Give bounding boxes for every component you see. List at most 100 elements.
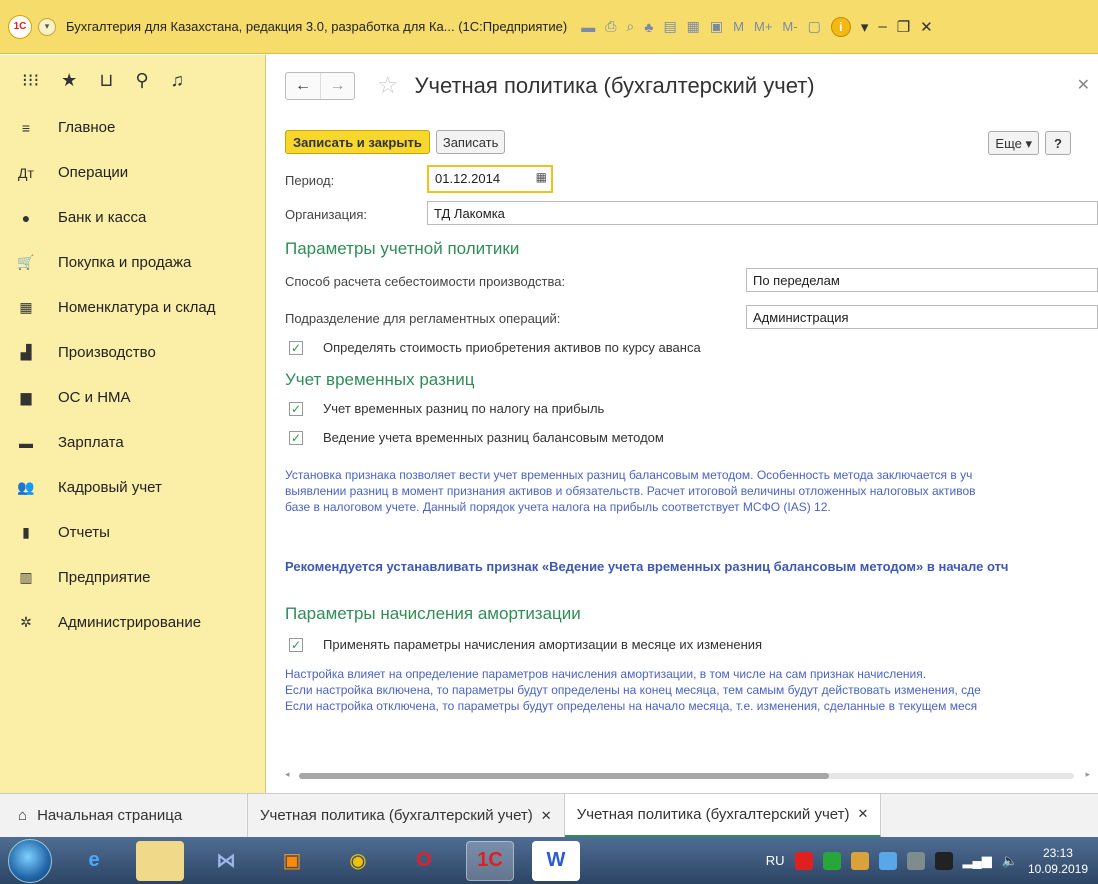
search-icon[interactable]: ⚲ [135, 70, 148, 91]
ie-icon[interactable]: e [70, 841, 118, 881]
advance-rate-checkbox[interactable]: ✓ [289, 340, 303, 355]
balance-method-row[interactable]: ✓ Ведение учета временных разниц балансо… [289, 430, 664, 445]
sidebar-item[interactable]: ▟ Производство [0, 330, 265, 375]
clock-date: 10.09.2019 [1027, 861, 1088, 876]
menu-icon: ≡ [21, 119, 31, 136]
calendar-picker-icon[interactable]: ▦ [536, 170, 547, 184]
close-window-icon[interactable]: ✕ [920, 18, 933, 36]
sidebar-item[interactable]: ▆ ОС и НМА [0, 375, 265, 420]
app-menu-dropdown-icon[interactable]: ▾ [38, 17, 56, 36]
warehouse-icon: ▦ [19, 299, 33, 315]
users-icon[interactable]: ♣ [644, 19, 653, 35]
department-field[interactable]: Администрация [746, 305, 1098, 329]
save-doc-icon[interactable]: ▬ [581, 19, 595, 35]
apps-grid-icon[interactable]: ⁝⁝⁝ [22, 70, 39, 91]
minimize-icon[interactable]: – [878, 18, 886, 35]
sidebar-item[interactable]: ▥ Предприятие [0, 555, 265, 600]
sidebar-item[interactable]: ▦ Номенклатура и склад [0, 285, 265, 330]
home-icon: ⌂ [18, 807, 28, 824]
temp-diff-profit-tax-checkbox[interactable]: ✓ [289, 401, 303, 416]
sidebar-item[interactable]: ▮ Отчеты [0, 510, 265, 555]
calc-icon[interactable]: ▤ [663, 18, 676, 35]
tray-network-icon[interactable] [906, 851, 925, 870]
bell-icon[interactable]: ♫ [171, 70, 185, 91]
window-panel-icon[interactable]: ▢ [808, 18, 821, 35]
tab-close-icon[interactable]: ✕ [858, 806, 869, 822]
tab-home[interactable]: ⌂ Начальная страница [0, 793, 248, 838]
history-icon[interactable]: ⊔ [99, 70, 113, 91]
horizontal-scrollbar[interactable]: ◂ ▸ [285, 767, 1090, 783]
tab-accounting-policy-2[interactable]: Учетная политика (бухгалтерский учет) ✕ [564, 793, 882, 838]
truck-icon: ▆ [20, 389, 32, 405]
info-icon[interactable]: i [830, 16, 851, 37]
tray-monitor-icon[interactable] [878, 851, 897, 870]
depreciation-params-row[interactable]: ✓ Применять параметры начисления амортиз… [289, 637, 762, 652]
window-title: Бухгалтерия для Казахстана, редакция 3.0… [66, 19, 568, 34]
start-button[interactable] [8, 838, 52, 883]
tab-home-label: Начальная страница [37, 807, 183, 824]
period-field[interactable]: 01.12.2014 ▦ [427, 165, 553, 193]
sidebar-item[interactable]: ✲ Администрирование [0, 600, 265, 645]
favorite-star-icon[interactable]: ☆ [377, 71, 399, 100]
tab-accounting-policy-1[interactable]: Учетная политика (бухгалтерский учет) ✕ [248, 793, 565, 838]
restore-icon[interactable]: ❐ [897, 18, 910, 36]
sidebar-item[interactable]: ● Банк и касса [0, 195, 265, 240]
cost-method-field[interactable]: По переделам [746, 268, 1098, 292]
depreciation-params-checkbox[interactable]: ✓ [289, 637, 303, 652]
advance-rate-checkbox-row[interactable]: ✓ Определять стоимость приобретения акти… [289, 340, 701, 355]
forward-arrow-icon[interactable]: → [320, 72, 354, 99]
tray-shield-icon[interactable] [822, 851, 841, 870]
organization-value: ТД Лакомка [434, 206, 505, 221]
memory-plus-button[interactable]: M+ [754, 19, 772, 34]
clock[interactable]: 23:13 10.09.2019 [1028, 845, 1088, 877]
balance-method-checkbox[interactable]: ✓ [289, 430, 303, 445]
memory-minus-button[interactable]: M- [782, 19, 797, 34]
cost-method-value: По переделам [753, 273, 840, 288]
media-icon[interactable]: ⋈ [202, 841, 250, 881]
player-icon[interactable]: ▣ [268, 841, 316, 881]
sidebar-item[interactable]: ▬ Зарплата [0, 420, 265, 465]
sidebar-item[interactable]: 🛒 Покупка и продажа [0, 240, 265, 285]
scroll-right-arrow-icon[interactable]: ▸ [1085, 769, 1090, 780]
table-icon[interactable]: ▦ [687, 18, 700, 35]
sidebar-item-label: Предприятие [58, 569, 151, 586]
volume-icon[interactable]: 🔈 [1002, 853, 1018, 869]
memory-m-button[interactable]: M [733, 19, 744, 34]
organization-field[interactable]: ТД Лакомка [427, 201, 1098, 225]
more-button[interactable]: Еще ▾ [988, 131, 1039, 155]
print-icon[interactable]: ⎙ [605, 18, 616, 35]
sidebar-item-label: Покупка и продажа [58, 254, 192, 271]
language-indicator[interactable]: RU [766, 853, 785, 868]
back-arrow-icon[interactable]: ← [286, 73, 320, 99]
save-button[interactable]: Записать [435, 130, 506, 154]
1c-app-icon[interactable]: 1С [466, 840, 514, 881]
tab-close-icon[interactable]: ✕ [541, 808, 552, 824]
app-logo-icon[interactable]: 1С [8, 14, 32, 39]
close-form-icon[interactable]: ✕ [1077, 75, 1090, 95]
tray-user-icon[interactable] [850, 851, 869, 870]
favorites-star-icon[interactable]: ★ [61, 70, 77, 91]
sidebar-item[interactable]: ≡ Главное [0, 105, 265, 150]
sidebar-item[interactable]: 👥 Кадровый учет [0, 465, 265, 510]
calendar-icon[interactable]: ▣ [710, 18, 723, 35]
help-button[interactable]: ? [1045, 131, 1071, 155]
temp-diff-profit-tax-row[interactable]: ✓ Учет временных разниц по налогу на при… [289, 401, 604, 416]
info-dropdown-icon[interactable]: ▾ [861, 18, 869, 36]
tray-wifi-icon[interactable] [934, 851, 953, 870]
scrollbar-thumb[interactable] [299, 773, 829, 779]
explorer-icon[interactable] [136, 840, 184, 881]
tab-label: Учетная политика (бухгалтерский учет) [260, 807, 533, 824]
sidebar-item[interactable]: Дт Операции [0, 150, 265, 195]
people-icon: 👥 [17, 479, 35, 495]
preview-icon[interactable]: ⌕ [626, 18, 634, 35]
more-label: Еще [995, 136, 1022, 151]
sidebar-item-label: Отчеты [58, 524, 110, 541]
signal-icon[interactable]: ▂▄▆ [963, 853, 992, 869]
word-icon[interactable]: W [532, 840, 580, 881]
chrome-icon[interactable]: ◉ [334, 841, 382, 881]
opera-icon[interactable]: O [400, 841, 448, 881]
sidebar-item-label: Зарплата [58, 434, 124, 451]
tray-1c-icon[interactable] [794, 851, 813, 870]
save-and-close-button[interactable]: Записать и закрыть [285, 130, 430, 154]
scroll-left-arrow-icon[interactable]: ◂ [285, 769, 290, 780]
